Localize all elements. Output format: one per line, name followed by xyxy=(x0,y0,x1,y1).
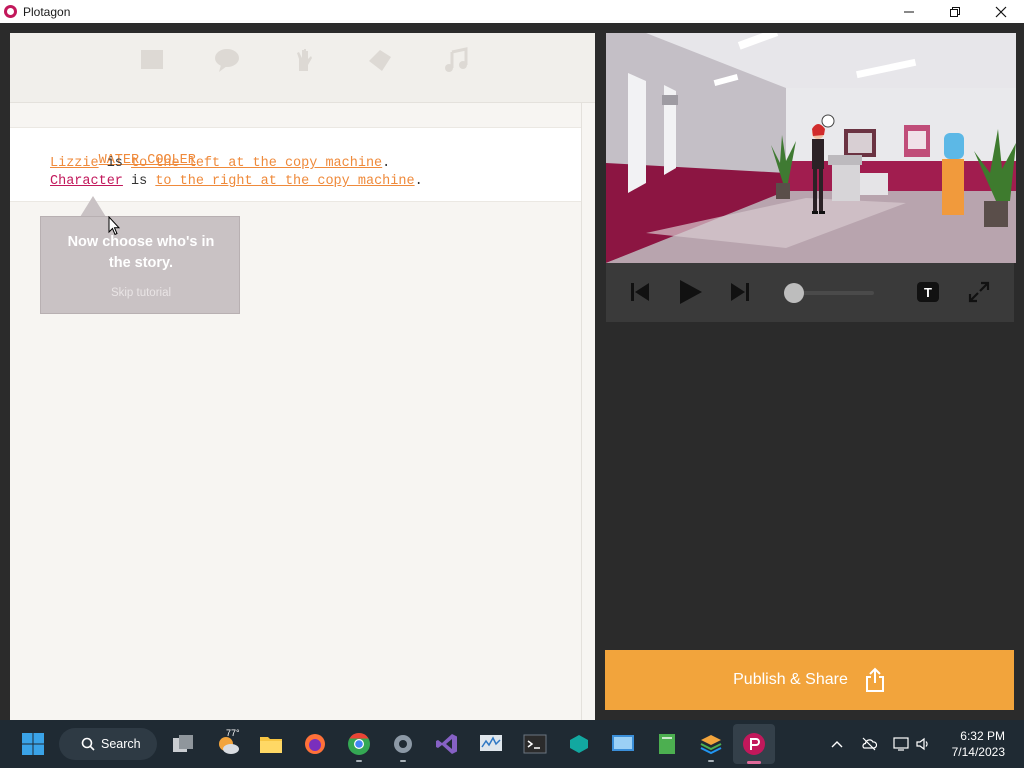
running-indicator xyxy=(400,760,406,762)
timeline-knob[interactable] xyxy=(784,283,804,303)
network-icon[interactable] xyxy=(893,736,909,752)
previous-icon[interactable] xyxy=(628,280,652,304)
active-indicator xyxy=(747,761,761,764)
scrollbar-track[interactable] xyxy=(581,103,582,720)
minimize-button[interactable] xyxy=(886,0,932,23)
resource-monitor-icon[interactable] xyxy=(479,732,503,756)
next-icon[interactable] xyxy=(728,280,752,304)
script-toolbar xyxy=(10,33,595,103)
mouse-cursor-icon xyxy=(108,216,120,236)
notebook-icon[interactable] xyxy=(655,732,679,756)
share-icon xyxy=(865,667,884,692)
script-line: Character is to the right at the copy ma… xyxy=(50,174,423,189)
script-text-area[interactable]: WATER COOLER Lizzie is to the left at th… xyxy=(10,127,582,202)
start-icon[interactable] xyxy=(21,732,45,756)
running-indicator xyxy=(708,760,714,762)
search-icon xyxy=(81,737,95,751)
position-link[interactable]: to the right at the copy machine xyxy=(155,174,414,189)
stack-app-icon[interactable] xyxy=(699,732,723,756)
settings-icon[interactable] xyxy=(391,732,415,756)
weather-temperature: 77° xyxy=(226,728,240,738)
scene-icon[interactable] xyxy=(138,47,166,73)
sound-effect-icon[interactable] xyxy=(366,47,394,73)
restore-button[interactable] xyxy=(932,0,978,23)
timeline-track[interactable] xyxy=(796,291,874,295)
window-title: Plotagon xyxy=(23,4,71,19)
publish-share-label: Publish & Share xyxy=(733,671,848,688)
action-icon[interactable] xyxy=(290,47,318,73)
chevron-up-icon[interactable] xyxy=(829,736,845,752)
subtitles-label: T xyxy=(924,284,932,300)
script-verb: is xyxy=(98,156,132,171)
system-clock[interactable]: 6:32 PM 7/14/2023 xyxy=(952,728,1005,760)
character-name-link[interactable]: Character xyxy=(50,174,123,189)
title-bar: Plotagon xyxy=(0,0,1024,23)
visual-studio-icon[interactable] xyxy=(435,732,459,756)
scene-preview[interactable] xyxy=(606,33,1016,263)
line-end: . xyxy=(382,156,391,171)
windows-taskbar: Search 77° 6:32 PM 7/14/2023 xyxy=(0,720,1024,768)
tutorial-tooltip: Now choose who's in the story. Skip tuto… xyxy=(40,216,240,314)
fullscreen-icon[interactable] xyxy=(967,280,991,304)
firefox-icon[interactable] xyxy=(303,732,327,756)
script-verb: is xyxy=(122,174,156,189)
file-explorer-icon[interactable] xyxy=(259,732,283,756)
subtitles-icon[interactable]: T xyxy=(917,282,939,302)
plotagon-logo-icon xyxy=(4,5,17,18)
publish-share-button[interactable]: Publish & Share xyxy=(605,650,1014,710)
tutorial-message: Now choose who's in the story. xyxy=(67,234,215,271)
tooltip-arrow xyxy=(80,196,106,217)
clock-date: 7/14/2023 xyxy=(951,745,1005,759)
play-icon[interactable] xyxy=(676,278,704,306)
remote-desktop-icon[interactable] xyxy=(611,732,635,756)
search-label: Search xyxy=(101,737,141,751)
volume-icon[interactable] xyxy=(915,736,931,752)
clock-time: 6:32 PM xyxy=(960,729,1005,743)
music-icon[interactable] xyxy=(442,47,470,73)
terminal-icon[interactable] xyxy=(523,732,547,756)
chrome-icon[interactable] xyxy=(347,732,371,756)
script-editor-pane: WATER COOLER Lizzie is to the left at th… xyxy=(10,33,595,720)
window-controls xyxy=(886,0,1024,23)
task-view-icon[interactable] xyxy=(171,732,195,756)
app-launcher-icon[interactable] xyxy=(567,732,591,756)
plotagon-taskbar-icon[interactable] xyxy=(742,732,766,756)
onedrive-offline-icon[interactable] xyxy=(861,736,877,752)
position-link[interactable]: to the left at the copy machine xyxy=(131,156,382,171)
line-end: . xyxy=(414,174,423,189)
dialogue-icon[interactable] xyxy=(213,47,241,73)
character-name-link[interactable]: Lizzie xyxy=(50,156,99,171)
script-line: Lizzie is to the left at the copy machin… xyxy=(50,156,390,171)
player-controls: T xyxy=(606,263,1014,322)
skip-tutorial-link[interactable]: Skip tutorial xyxy=(41,287,241,299)
taskbar-search[interactable]: Search xyxy=(59,728,157,760)
running-indicator xyxy=(356,760,362,762)
close-button[interactable] xyxy=(978,0,1024,23)
